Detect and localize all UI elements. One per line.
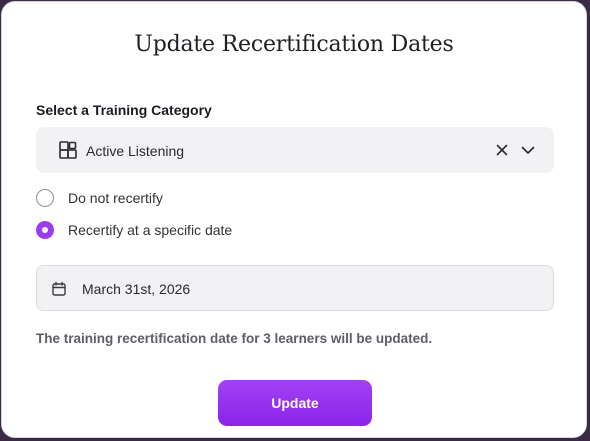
radio-recertify-specific-date[interactable]: Recertify at a specific date [36, 219, 232, 241]
recertification-date-field[interactable]: March 31st, 2026 [36, 265, 554, 311]
training-category-label: Select a Training Category [36, 102, 212, 118]
date-value: March 31st, 2026 [82, 281, 191, 297]
radio-label: Do not recertify [68, 190, 163, 206]
radio-button[interactable] [36, 189, 54, 207]
selected-category: Active Listening [86, 143, 185, 159]
update-button[interactable]: Update [218, 380, 372, 426]
calendar-icon [51, 281, 67, 297]
update-recertification-modal: Update Recertification Dates Select a Tr… [1, 1, 587, 438]
training-category-select[interactable]: Active Listening [36, 127, 554, 173]
category-icon [58, 141, 78, 161]
update-info-text: The training recertification date for 3 … [36, 331, 433, 346]
radio-button-checked[interactable] [36, 221, 54, 239]
chevron-down-icon[interactable] [520, 142, 536, 158]
radio-label: Recertify at a specific date [68, 222, 233, 238]
radio-do-not-recertify[interactable]: Do not recertify [36, 187, 163, 209]
modal-title: Update Recertification Dates [134, 32, 454, 57]
clear-selection-icon[interactable] [494, 142, 510, 158]
